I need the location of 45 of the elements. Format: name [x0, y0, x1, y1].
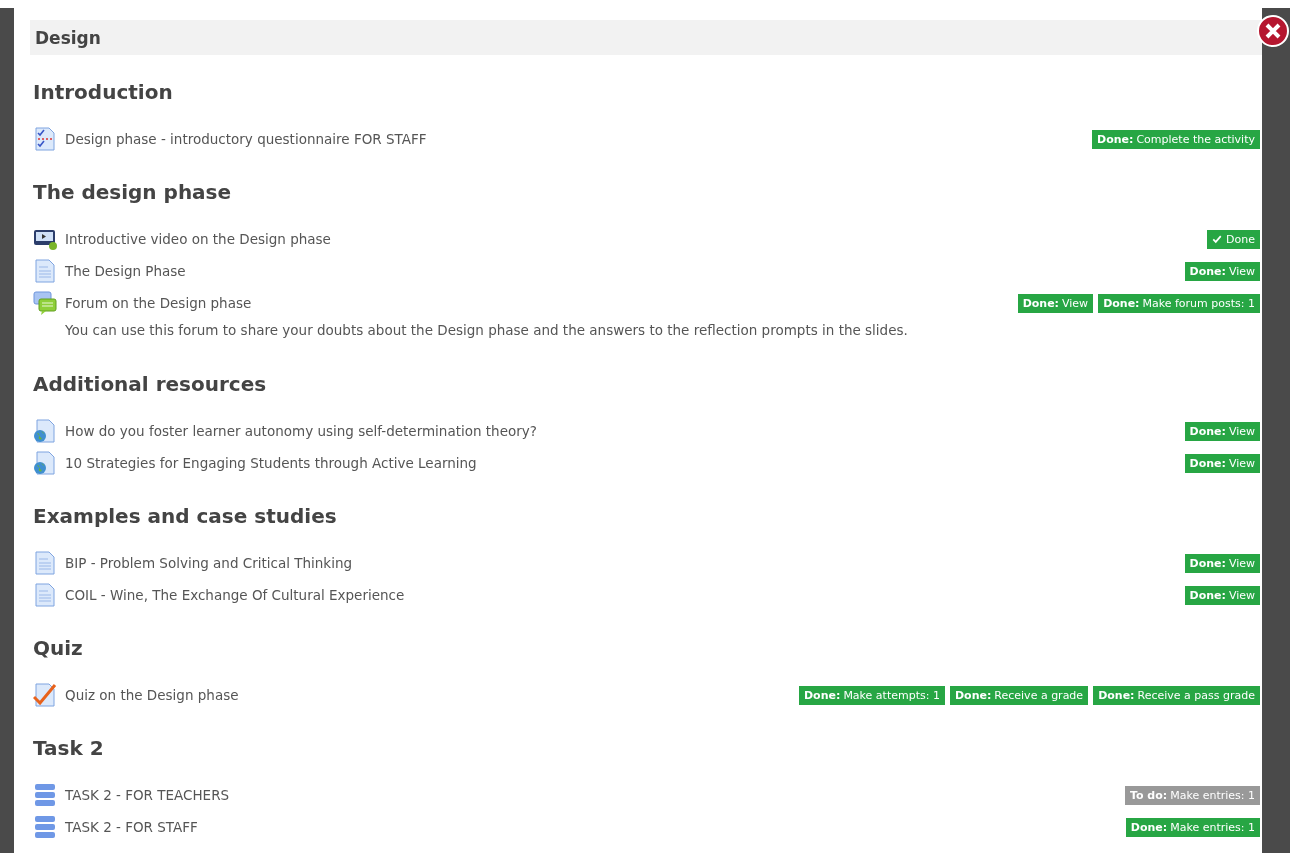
database-icon — [33, 783, 57, 807]
section-heading: Additional resources — [33, 371, 268, 397]
section-heading: The design phase — [33, 179, 233, 205]
activity-link[interactable]: Quiz on the Design phase — [65, 687, 239, 703]
section-heading: Quiz — [33, 635, 84, 661]
activity-link[interactable]: 10 Strategies for Engaging Students through Active Learning — [65, 455, 477, 471]
section-heading: Task 2 — [33, 735, 105, 761]
speech-bubble-icon — [33, 291, 57, 315]
activity-link[interactable]: COIL - Wine, The Exchange Of Cultural Experience — [65, 587, 405, 603]
document-icon — [33, 259, 57, 283]
completion-badge: Done: View — [1017, 293, 1094, 313]
completion-badge: To do: Make entries: 1 — [1124, 785, 1260, 805]
activity-description: You can use this forum to share your doubts about the Design phase and the answers to the reflection prompts in the slides. — [65, 321, 909, 340]
completion-badge: Done: Complete the activity — [1092, 129, 1260, 149]
completion-badge: Done: Receive a grade — [949, 685, 1089, 705]
completion-badge: Done: Make entries: 1 — [1125, 817, 1260, 837]
section-heading: Examples and case studies — [33, 503, 338, 529]
activity-link[interactable]: Forum on the Design phase — [65, 295, 252, 311]
section-heading: Introduction — [33, 79, 174, 105]
dialog-title: Design — [35, 27, 101, 48]
activity-link[interactable]: Design phase - introductory questionnaire FOR STAFF — [65, 131, 427, 147]
activity-link[interactable]: TASK 2 - FOR TEACHERS — [65, 787, 230, 803]
close-icon[interactable] — [1257, 15, 1289, 47]
completion-badge: Done: Make forum posts: 1 — [1098, 293, 1260, 313]
database-icon — [33, 815, 57, 839]
check-icon — [1212, 234, 1223, 244]
completion-badge: Done: View — [1184, 585, 1260, 605]
activity-link[interactable]: The Design Phase — [65, 263, 186, 279]
completion-badge: Done: Make attempts: 1 — [799, 685, 945, 705]
activity-link[interactable]: BIP - Problem Solving and Critical Thinking — [65, 555, 353, 571]
completion-badge: Done: View — [1184, 421, 1260, 441]
checkmark-icon — [33, 683, 57, 707]
completion-badge: Done: View — [1184, 261, 1260, 281]
activity-link[interactable]: Introductive video on the Design phase — [65, 231, 331, 247]
globe-document-icon — [33, 451, 57, 475]
activity-link[interactable]: How do you foster learner autonomy using self-determination theory? — [65, 423, 537, 439]
checklist-icon — [33, 127, 57, 151]
video-icon — [33, 227, 57, 251]
document-icon — [33, 583, 57, 607]
document-icon — [33, 551, 57, 575]
completion-badge: Done: View — [1184, 453, 1260, 473]
completion-badge: Done: View — [1184, 553, 1260, 573]
completion-badge: Done: Receive a pass grade — [1093, 685, 1260, 705]
globe-document-icon — [33, 419, 57, 443]
activity-link[interactable]: TASK 2 - FOR STAFF — [65, 819, 198, 835]
